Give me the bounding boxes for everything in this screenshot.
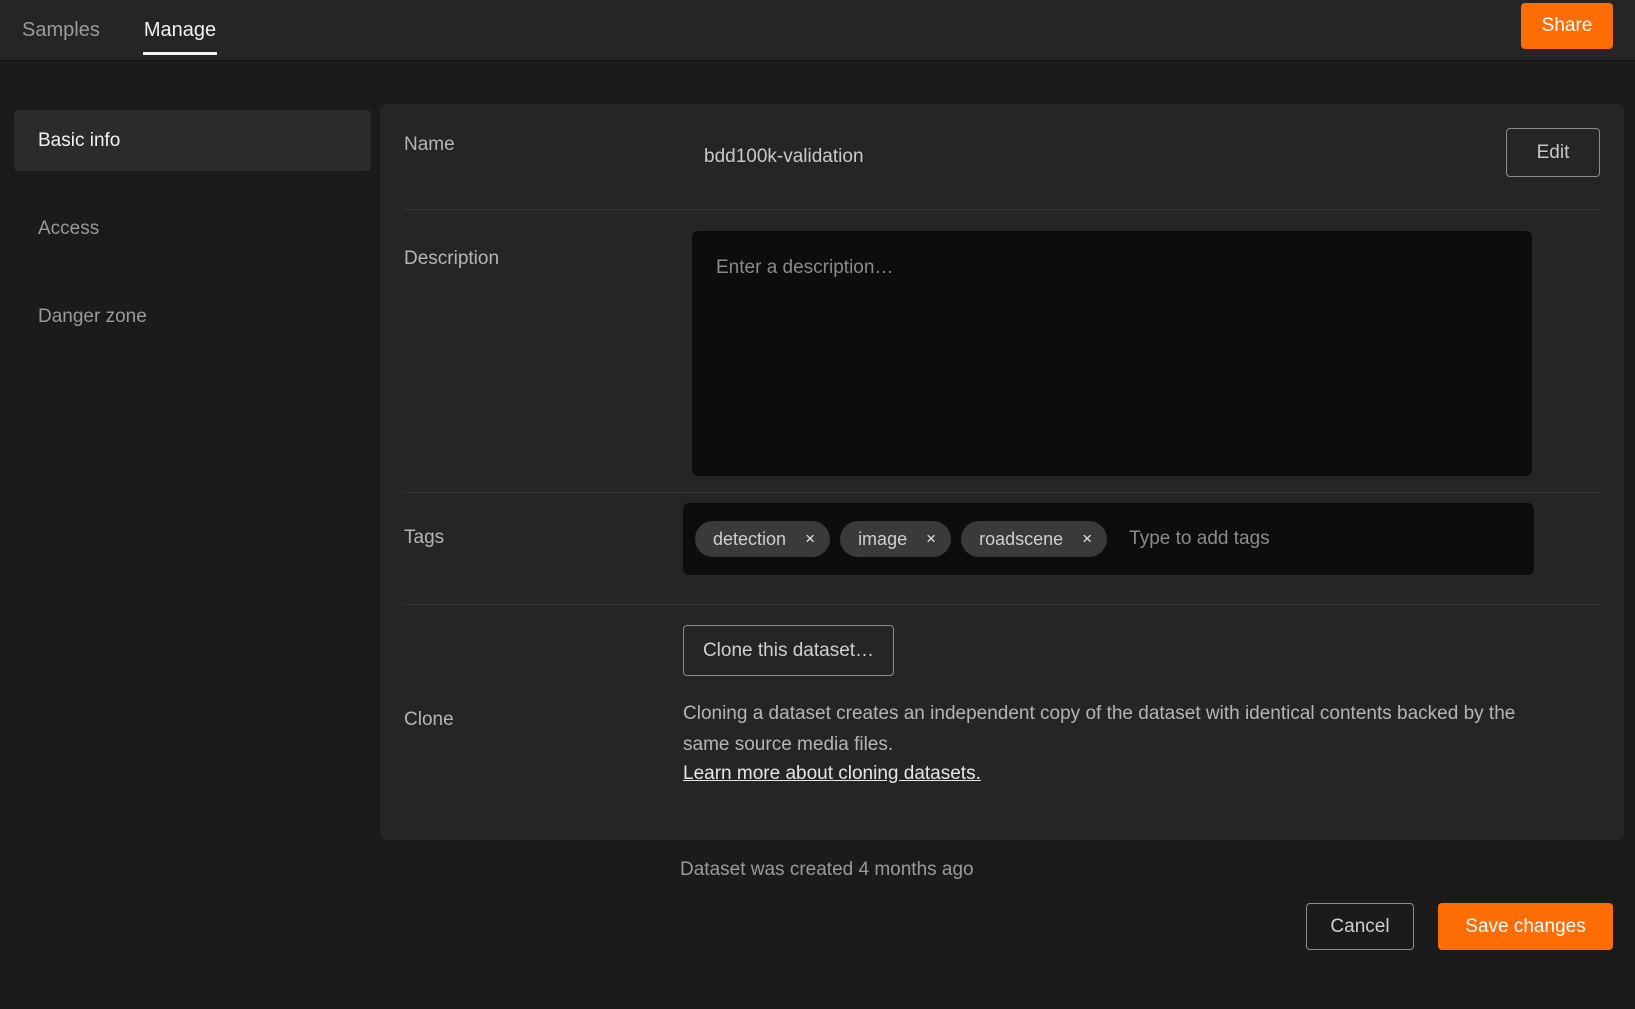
tags-row: Tags detection × image × roadscene × (404, 493, 1600, 605)
sidebar-item-access-label: Access (38, 217, 100, 239)
top-bar: Samples Manage Share (0, 0, 1635, 61)
tab-samples[interactable]: Samples (0, 0, 122, 61)
description-row: Description (404, 210, 1600, 493)
tab-manage-label: Manage (143, 19, 217, 41)
description-label: Description (404, 248, 500, 269)
share-button[interactable]: Share (1521, 3, 1613, 49)
name-label: Name (404, 134, 455, 155)
tab-samples-label: Samples (22, 19, 100, 41)
remove-tag-roadscene-icon[interactable]: × (1075, 527, 1099, 551)
sidebar-item-basic-info[interactable]: Basic info (14, 110, 371, 171)
clone-label: Clone (404, 709, 454, 730)
cancel-button[interactable]: Cancel (1306, 903, 1414, 950)
tags-label: Tags (404, 527, 445, 548)
tab-bar: Samples Manage (0, 0, 238, 61)
add-tag-input[interactable] (1117, 527, 1522, 551)
description-input[interactable] (692, 231, 1532, 476)
tag-chip-image-label: image (858, 528, 908, 549)
clone-learn-more-link[interactable]: Learn more about cloning datasets. (683, 763, 981, 785)
tags-input-box[interactable]: detection × image × roadscene × (683, 503, 1534, 575)
share-button-label: Share (1541, 15, 1593, 36)
clone-row: Clone Clone this dataset… Cloning a data… (404, 605, 1600, 837)
clone-dataset-button-label: Clone this dataset… (702, 639, 875, 661)
edit-name-button-label: Edit (1536, 141, 1570, 163)
sidebar-item-danger-zone-label: Danger zone (38, 305, 147, 327)
cancel-button-label: Cancel (1330, 915, 1390, 937)
basic-info-panel: Name bdd100k-validation Edit Description… (380, 104, 1624, 840)
save-changes-button[interactable]: Save changes (1438, 903, 1613, 950)
tag-chip-detection-label: detection (713, 528, 787, 549)
sidebar-item-basic-info-label: Basic info (38, 129, 121, 151)
remove-tag-detection-icon[interactable]: × (798, 527, 822, 551)
sidebar-item-danger-zone[interactable]: Danger zone (14, 286, 371, 347)
footer-actions: Cancel Save changes (1306, 903, 1613, 950)
remove-tag-image-icon[interactable]: × (919, 527, 943, 551)
settings-sidebar: Basic info Access Danger zone (14, 110, 371, 374)
sidebar-item-access[interactable]: Access (14, 198, 371, 259)
tag-chip-roadscene-label: roadscene (979, 528, 1064, 549)
dataset-name-value: bdd100k-validation (704, 146, 864, 167)
tag-chip-roadscene: roadscene × (961, 521, 1108, 557)
clone-dataset-button[interactable]: Clone this dataset… (683, 625, 894, 676)
tab-manage[interactable]: Manage (122, 0, 238, 61)
name-field-area: bdd100k-validation Edit (704, 104, 1600, 177)
clone-description: Cloning a dataset creates an independent… (683, 703, 1516, 755)
dataset-created-note: Dataset was created 4 months ago (680, 859, 974, 880)
edit-name-button[interactable]: Edit (1506, 128, 1600, 177)
name-row: Name bdd100k-validation Edit (404, 104, 1600, 210)
tag-chip-detection: detection × (695, 521, 831, 557)
tag-chip-image: image × (840, 521, 952, 557)
save-changes-button-label: Save changes (1465, 915, 1586, 937)
